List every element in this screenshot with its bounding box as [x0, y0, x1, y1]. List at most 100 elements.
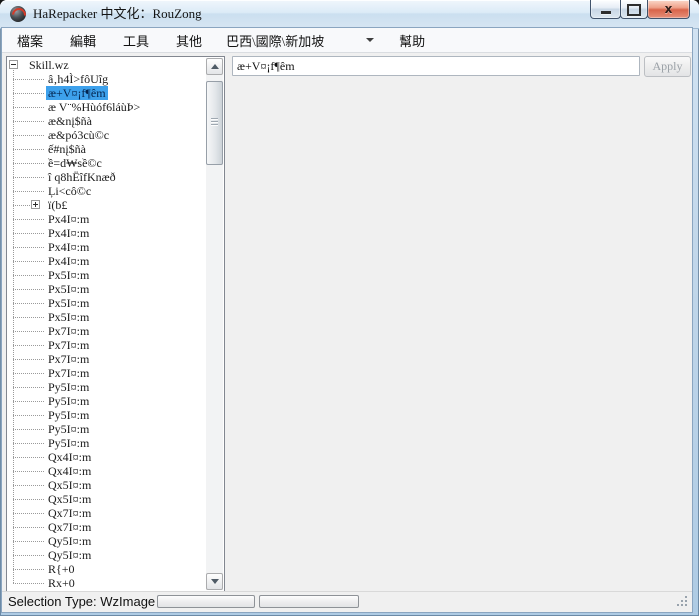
- window-title: HaRepacker 中文化：RouZong: [33, 6, 202, 21]
- tree-root-item[interactable]: Skill.wz: [8, 58, 206, 72]
- progress-bar: [157, 595, 255, 608]
- tree-item-label: Qy5I¤:m: [48, 548, 92, 562]
- tree-item-label: Qx5I¤:m: [48, 492, 92, 506]
- tree-item-label: Py5I¤:m: [48, 408, 90, 422]
- tree-item-label: æ&pó3cù©c: [48, 128, 110, 142]
- menu-help[interactable]: 幫助: [390, 28, 434, 53]
- maximize-icon: [627, 3, 641, 16]
- tree-scrollbar[interactable]: [206, 58, 223, 590]
- tree-item-label: Px7I¤:m: [48, 352, 90, 366]
- tree-item-label: Px7I¤:m: [48, 338, 90, 352]
- scrollbar-thumb[interactable]: [206, 81, 223, 165]
- tree-item[interactable]: ï(b£: [8, 198, 206, 212]
- tree-item-label: æ+V¤¡f¶êm: [46, 86, 108, 100]
- tree-item-label: Px5I¤:m: [48, 268, 90, 282]
- tree-view: Skill.wz â‚h4Ì>fôUîg æ+V¤¡f¶êm æ V¨%Hùóf6l…: [8, 58, 206, 590]
- tree-item-label: Qx4I¤:m: [48, 450, 92, 464]
- apply-button[interactable]: Apply: [644, 56, 691, 77]
- tree-item[interactable]: Qx7I¤:m: [8, 520, 206, 534]
- tree-item-label: ề=d₩sề©c: [48, 156, 102, 170]
- tree-item[interactable]: î q8hËîfKnæð: [8, 170, 206, 184]
- scroll-down-button[interactable]: [206, 573, 223, 590]
- tree-item[interactable]: Px4I¤:m: [8, 254, 206, 268]
- expand-plus-icon[interactable]: [31, 200, 40, 209]
- tree-item[interactable]: ề=d₩sề©c: [8, 156, 206, 170]
- selection-type-label: Selection Type: WzImage: [8, 594, 156, 609]
- collapse-minus-icon[interactable]: [9, 60, 18, 69]
- tree-item[interactable]: Px5I¤:m: [8, 296, 206, 310]
- tree-item[interactable]: æ+V¤¡f¶êm: [8, 86, 206, 100]
- tree-item[interactable]: Qx7I¤:m: [8, 506, 206, 520]
- tree-item[interactable]: Qx4I¤:m: [8, 464, 206, 478]
- progress-bar: [259, 595, 359, 608]
- tree-item-label: Rx+0: [48, 576, 75, 590]
- tree-item-label: Px5I¤:m: [48, 296, 90, 310]
- tree-item[interactable]: Qx5I¤:m: [8, 478, 206, 492]
- tree-item[interactable]: Py5I¤:m: [8, 394, 206, 408]
- tree-item[interactable]: Px5I¤:m: [8, 282, 206, 296]
- tree-item[interactable]: Px5I¤:m: [8, 268, 206, 282]
- tree-item[interactable]: æ&pó3cù©c: [8, 128, 206, 142]
- tree-item-label: Qx4I¤:m: [48, 464, 92, 478]
- tree-item-label: æ&nį$ñà: [48, 114, 92, 128]
- tree-item[interactable]: Px7I¤:m: [8, 324, 206, 338]
- tree-item[interactable]: Px7I¤:m: [8, 338, 206, 352]
- tree-item[interactable]: Px4I¤:m: [8, 212, 206, 226]
- window-controls: x: [590, 0, 690, 19]
- tree-item[interactable]: Px4I¤:m: [8, 226, 206, 240]
- application-window: HaRepacker 中文化：RouZong x 檔案 編輯 工具 其他 巴西\…: [0, 0, 699, 616]
- tree-item[interactable]: Px7I¤:m: [8, 366, 206, 380]
- maximize-button[interactable]: [620, 0, 648, 19]
- tree-item-label: Px7I¤:m: [48, 324, 90, 338]
- tree-item[interactable]: Px5I¤:m: [8, 310, 206, 324]
- tree-item-label: æ V¨%Hùóf6láùÞ>: [48, 100, 141, 114]
- tree-item[interactable]: R{+0: [8, 562, 206, 576]
- tree-item[interactable]: Py5I¤:m: [8, 422, 206, 436]
- tree-item-label: ế#nį$ñà: [48, 142, 86, 156]
- app-icon[interactable]: [10, 6, 26, 22]
- tree-item[interactable]: Ļi<cô©c: [8, 184, 206, 198]
- tree-item-label: Py5I¤:m: [48, 380, 90, 394]
- tree-item-label: î q8hËîfKnæð: [48, 170, 116, 184]
- tree-item[interactable]: Py5I¤:m: [8, 408, 206, 422]
- menu-file[interactable]: 檔案: [8, 28, 52, 53]
- tree-item[interactable]: â‚h4Ì>fôUîg: [8, 72, 206, 86]
- tree-item[interactable]: æ&nį$ñà: [8, 114, 206, 128]
- tree-item-label: Px4I¤:m: [48, 226, 90, 240]
- menu-edit[interactable]: 編輯: [61, 28, 105, 53]
- close-button[interactable]: x: [647, 0, 690, 19]
- tree-item[interactable]: Py5I¤:m: [8, 436, 206, 450]
- minimize-button[interactable]: [590, 0, 621, 19]
- tree-item-label: â‚h4Ì>fôUîg: [48, 72, 109, 86]
- tree-item[interactable]: Rx+0: [8, 576, 206, 590]
- tree-item-label: Ļi<cô©c: [48, 184, 92, 198]
- tree-item-label: Py5I¤:m: [48, 422, 90, 436]
- tree-item-label: R{+0: [48, 562, 75, 576]
- tree-item[interactable]: Px7I¤:m: [8, 352, 206, 366]
- tree-item[interactable]: Qx5I¤:m: [8, 492, 206, 506]
- tree-item-label: Py5I¤:m: [48, 394, 90, 408]
- tree-item[interactable]: ế#nį$ñà: [8, 142, 206, 156]
- tree-item-label: ï(b£: [48, 198, 68, 212]
- region-combobox-value: 巴西\國際\新加坡: [226, 33, 325, 49]
- region-combobox[interactable]: 巴西\國際\新加坡: [220, 28, 380, 53]
- title-bar[interactable]: HaRepacker 中文化：RouZong x: [0, 0, 699, 29]
- tree-item-label: Px5I¤:m: [48, 310, 90, 324]
- menu-tools[interactable]: 工具: [114, 28, 158, 53]
- tree-item[interactable]: Py5I¤:m: [8, 380, 206, 394]
- client-area: 檔案 編輯 工具 其他 巴西\國際\新加坡 幫助 Skill.wz â‚h4Ì>…: [2, 28, 692, 612]
- scroll-down-icon: [210, 579, 219, 584]
- resize-grip-icon[interactable]: [677, 596, 689, 608]
- tree-item-label: Qx7I¤:m: [48, 506, 92, 520]
- scroll-up-button[interactable]: [206, 58, 223, 75]
- tree-item[interactable]: Qy5I¤:m: [8, 534, 206, 548]
- tree-item[interactable]: Qx4I¤:m: [8, 450, 206, 464]
- tree-item-label: Px4I¤:m: [48, 254, 90, 268]
- tree-item[interactable]: Px4I¤:m: [8, 240, 206, 254]
- property-value-input[interactable]: [232, 56, 640, 76]
- tree-item[interactable]: Qy5I¤:m: [8, 548, 206, 562]
- tree-item-label: Py5I¤:m: [48, 436, 90, 450]
- menu-others[interactable]: 其他: [167, 28, 211, 53]
- tree-item-label: Skill.wz: [29, 58, 69, 72]
- tree-item[interactable]: æ V¨%Hùóf6láùÞ>: [8, 100, 206, 114]
